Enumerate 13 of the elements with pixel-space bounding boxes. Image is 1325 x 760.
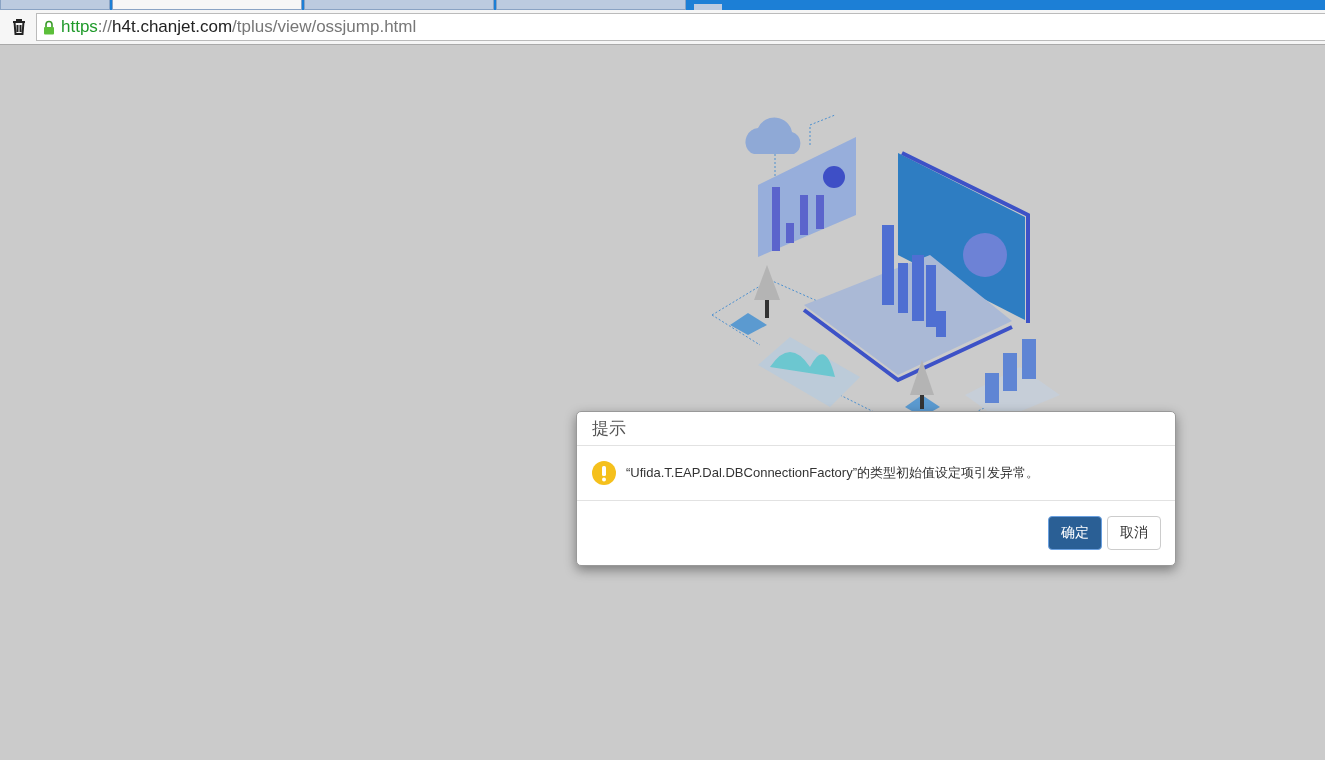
dialog-message: “Ufida.T.EAP.Dal.DBConnectionFactory”的类型初始值设定项引发异常。 (626, 464, 1039, 482)
browser-tab[interactable] (112, 0, 302, 10)
url-text: https://h4t.chanjet.com/tplus/view/ossjump.html (61, 17, 417, 37)
trash-icon[interactable] (10, 18, 28, 36)
browser-tab[interactable] (304, 0, 494, 10)
browser-tab[interactable] (496, 0, 686, 10)
dialog-title: 提示 (592, 417, 626, 440)
new-tab-button[interactable] (694, 4, 722, 10)
browser-tab[interactable] (0, 0, 110, 10)
address-bar[interactable]: https://h4t.chanjet.com/tplus/view/ossjump.html (36, 13, 1325, 41)
warning-icon (592, 461, 616, 485)
confirm-button[interactable]: 确定 (1048, 516, 1102, 550)
cancel-button[interactable]: 取消 (1107, 516, 1161, 550)
